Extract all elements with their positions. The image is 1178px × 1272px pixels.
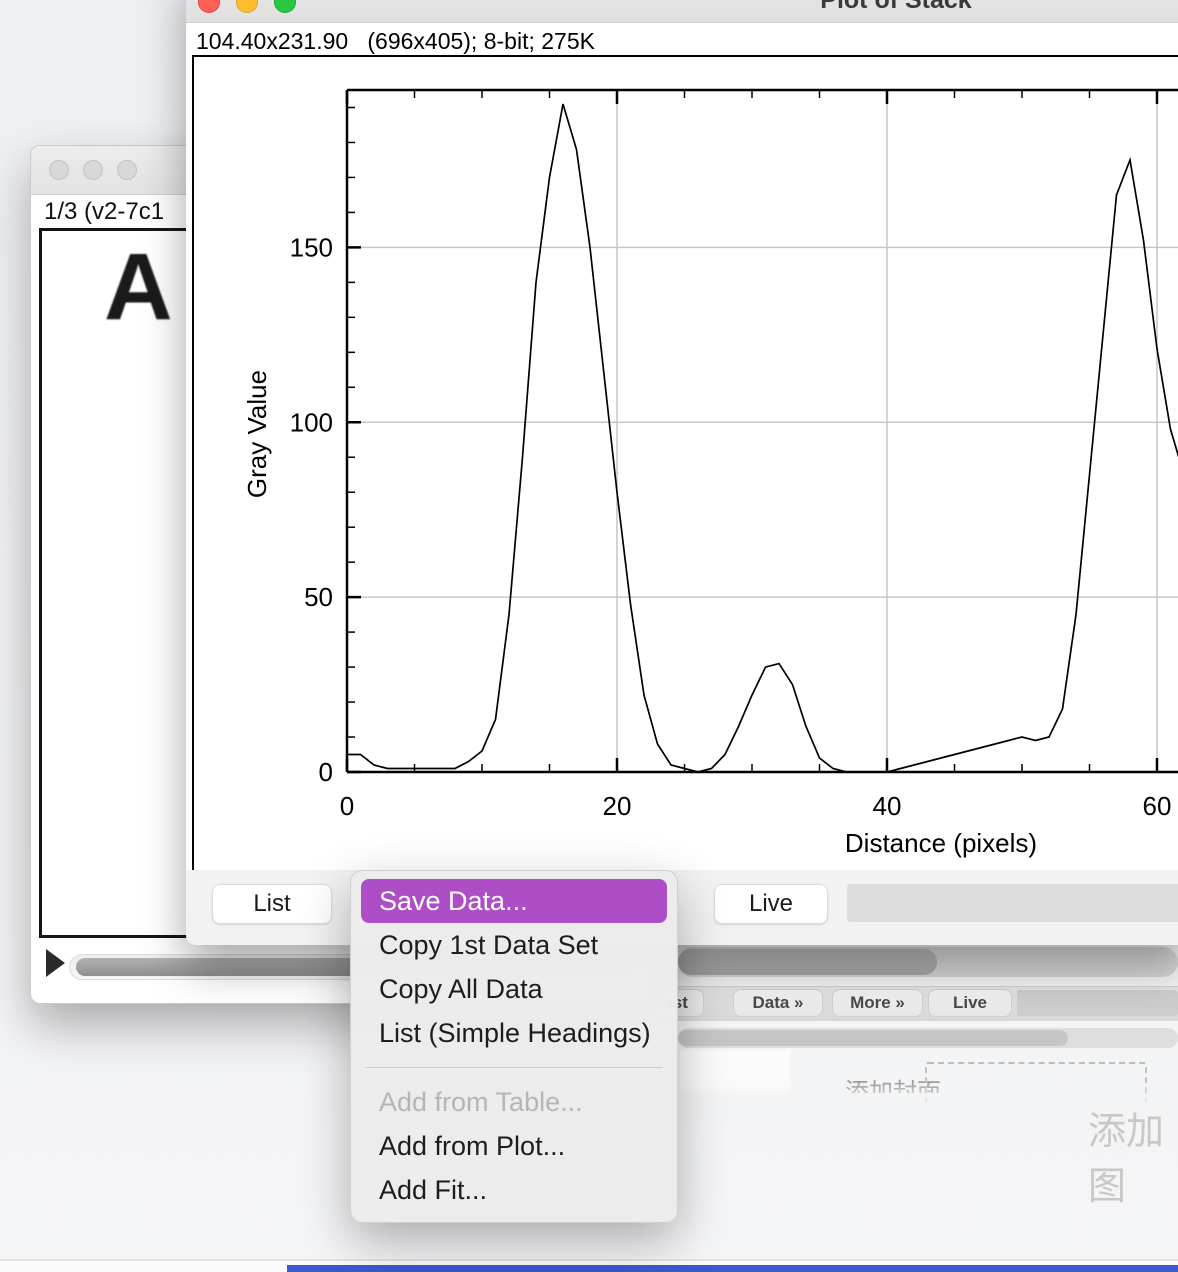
svg-text:50: 50: [304, 582, 333, 612]
menu-item-add-fit[interactable]: Add Fit...: [351, 1168, 677, 1212]
menu-item-copy-all-data[interactable]: Copy All Data: [351, 967, 677, 1011]
close-icon[interactable]: [198, 0, 220, 13]
add-figure-label: 添加图: [1088, 1100, 1178, 1210]
profile-plot: 0 20 40 60 0 50 100 150 Distance (pixels) Gray Va…: [194, 57, 1178, 870]
plot-coordinate-box: [847, 884, 1178, 922]
plot-window-titlebar[interactable]: Plot of Stack: [186, 0, 1178, 23]
svg-text:60: 60: [1143, 791, 1172, 821]
svg-text:Gray Value: Gray Value: [242, 370, 272, 498]
profile-plot-canvas[interactable]: 0 20 40 60 0 50 100 150 Distance (pixels) Gray Va…: [192, 55, 1178, 872]
background-button-live[interactable]: Live: [928, 989, 1012, 1017]
svg-text:100: 100: [290, 407, 333, 437]
minimize-icon[interactable]: [83, 160, 103, 180]
zoom-icon[interactable]: [274, 0, 296, 13]
menu-item-copy-1st-data-set[interactable]: Copy 1st Data Set: [351, 923, 677, 967]
background-status-box: [1017, 990, 1178, 1016]
image-letter: A: [104, 233, 173, 342]
background-button-more[interactable]: More »: [832, 989, 923, 1017]
background-scrollbar2-thumb[interactable]: [678, 1030, 1068, 1046]
menu-item-add-from-table: Add from Table...: [351, 1080, 677, 1124]
window-title: Plot of Stack: [746, 0, 1046, 15]
svg-text:0: 0: [319, 757, 333, 787]
play-icon[interactable]: [46, 949, 65, 977]
list-button[interactable]: List: [212, 884, 332, 924]
bottom-blue-bar: [287, 1265, 1178, 1272]
menu-item-save-data[interactable]: Save Data...: [361, 879, 667, 923]
plot-info-line: 104.40x231.90 (696x405); 8-bit; 275K: [196, 28, 595, 55]
menu-item-list-simple-headings[interactable]: List (Simple Headings): [351, 1011, 677, 1055]
live-button[interactable]: Live: [714, 884, 828, 924]
zoom-icon[interactable]: [117, 160, 137, 180]
image-info-line: 1/3 (v2-7c1: [44, 198, 164, 226]
data-context-menu: Save Data...Copy 1st Data SetCopy All Da…: [350, 870, 678, 1223]
svg-text:150: 150: [290, 232, 333, 262]
menu-item-add-from-plot[interactable]: Add from Plot...: [351, 1124, 677, 1168]
svg-text:Distance (pixels): Distance (pixels): [845, 828, 1037, 858]
minimize-icon[interactable]: [236, 0, 258, 13]
plot-button-strip: List Live: [186, 870, 1178, 945]
plot-window: Plot of Stack 104.40x231.90 (696x405); 8…: [186, 0, 1178, 945]
close-icon[interactable]: [49, 160, 69, 180]
svg-text:20: 20: [603, 791, 632, 821]
menu-separator: [365, 1067, 663, 1068]
background-scrollbar-thumb[interactable]: [678, 949, 937, 975]
background-button-data[interactable]: Data »: [733, 989, 823, 1017]
svg-text:0: 0: [340, 791, 354, 821]
svg-text:40: 40: [873, 791, 902, 821]
